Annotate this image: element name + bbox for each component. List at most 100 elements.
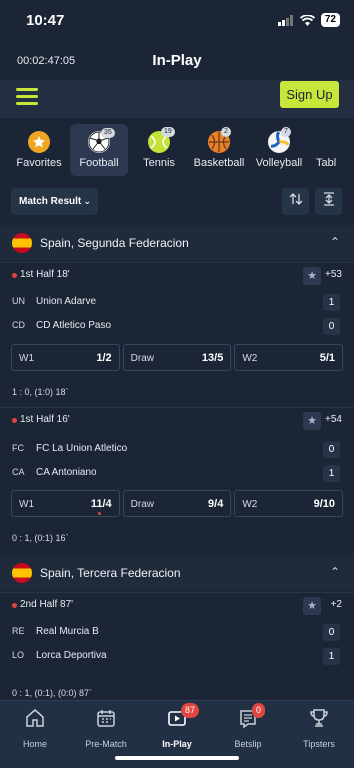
odds-button-draw[interactable]: Draw 13/5 bbox=[122, 344, 232, 371]
tab-label: Betslip bbox=[234, 739, 262, 749]
match-score-info: 1 : 0, (1:0) 18` bbox=[12, 387, 69, 397]
sport-tab-tennis[interactable]: 19 Tennis bbox=[130, 118, 188, 182]
event-count-badge: 7 bbox=[281, 127, 291, 137]
odds-label: Draw bbox=[130, 499, 155, 510]
favorite-star-icon[interactable]: ★ bbox=[303, 597, 321, 615]
match-period: 2nd Half 87' bbox=[20, 599, 74, 610]
market-dropdown[interactable]: Match Result ⌄ bbox=[11, 188, 98, 215]
league-name: Spain, Segunda Federacion bbox=[40, 236, 189, 250]
match-header: 1st Half 18' ★ +53 bbox=[0, 262, 354, 288]
odds-button-w2[interactable]: W2 9/10 bbox=[234, 490, 344, 517]
odds-drop-indicator bbox=[98, 512, 101, 515]
team-row-home[interactable]: RE Real Murcia B 0 bbox=[0, 622, 354, 644]
odds-value: 9/10 bbox=[313, 498, 336, 510]
team-row-away[interactable]: CD CD Atletico Paso 0 bbox=[0, 316, 354, 338]
odds-value: 5/1 bbox=[319, 352, 336, 364]
sort-icon bbox=[289, 193, 302, 205]
odds-label: W2 bbox=[242, 353, 258, 364]
team-score: 1 bbox=[323, 648, 340, 665]
team-abbr: CD bbox=[12, 320, 25, 330]
tab-label: Home bbox=[22, 739, 47, 749]
favorite-star-icon[interactable]: ★ bbox=[303, 267, 321, 285]
odds-button-draw[interactable]: Draw 9/4 bbox=[122, 490, 232, 517]
team-row-home[interactable]: UN Union Adarve 1 bbox=[0, 292, 354, 314]
status-icons: 72 bbox=[277, 13, 340, 27]
match-score-info: 0 : 1, (0:1), (0:0) 87` bbox=[12, 688, 93, 698]
team-name: CA Antoniano bbox=[36, 467, 97, 478]
sport-tab-football[interactable]: 35 Football bbox=[70, 124, 128, 176]
top-bar: 00:02:47:05 In-Play bbox=[0, 40, 354, 80]
team-abbr: UN bbox=[12, 296, 25, 306]
chevron-down-icon: ⌄ bbox=[83, 196, 91, 206]
league-header[interactable]: Spain, Segunda Federacion ⌃ bbox=[0, 225, 354, 261]
team-name: CD Atletico Paso bbox=[36, 320, 112, 331]
match-card: 1st Half 18' ★ +53 UN Union Adarve 1 CD … bbox=[0, 262, 354, 405]
match-card: 1st Half 16' ★ +54 FC FC La Union Atleti… bbox=[0, 407, 354, 553]
home-indicator bbox=[115, 756, 239, 760]
sort-button[interactable] bbox=[282, 188, 309, 215]
odds-label: W1 bbox=[19, 499, 34, 510]
sports-carousel[interactable]: Favorites 35 Football 19 Tennis 2 Basket… bbox=[0, 118, 354, 182]
home-icon bbox=[26, 709, 44, 727]
market-label: Match Result bbox=[19, 196, 82, 207]
team-row-home[interactable]: FC FC La Union Atletico 0 bbox=[0, 439, 354, 461]
more-markets-count[interactable]: +2 bbox=[331, 599, 342, 610]
odds-label: W2 bbox=[242, 499, 258, 510]
odds-button-w1[interactable]: W1 1/2 bbox=[11, 344, 120, 371]
sport-tab-basketball[interactable]: 2 Basketball bbox=[190, 118, 248, 182]
odds-button-w2[interactable]: W2 5/1 bbox=[234, 344, 344, 371]
match-period: 1st Half 16' bbox=[20, 414, 70, 425]
favorite-star-icon[interactable]: ★ bbox=[303, 412, 321, 430]
status-bar: 10:47 72 bbox=[0, 0, 354, 40]
chevron-up-icon[interactable]: ⌃ bbox=[330, 235, 340, 249]
tab-in-play[interactable]: 87 In-Play bbox=[142, 703, 212, 749]
team-score: 0 bbox=[323, 624, 340, 641]
odds-value: 9/4 bbox=[208, 498, 224, 510]
match-period: 1st Half 18' bbox=[20, 269, 70, 280]
match-score-info: 0 : 1, (0:1) 16` bbox=[12, 533, 69, 543]
chevron-up-icon[interactable]: ⌃ bbox=[330, 565, 340, 579]
battery-level: 72 bbox=[320, 13, 340, 27]
tab-label: Pre-Match bbox=[85, 739, 127, 749]
calendar-icon bbox=[97, 710, 115, 727]
tab-home[interactable]: Home bbox=[0, 707, 70, 749]
team-name: FC La Union Atletico bbox=[36, 443, 128, 454]
filter-bar: Match Result ⌄ bbox=[0, 182, 354, 222]
odds-row: W1 11/4 Draw 9/4 W2 9/10 bbox=[11, 490, 344, 517]
live-indicator bbox=[12, 603, 17, 608]
sign-up-button[interactable]: Sign Up bbox=[280, 81, 339, 108]
tab-tipsters[interactable]: Tipsters bbox=[284, 707, 354, 749]
collapse-all-button[interactable] bbox=[315, 188, 342, 215]
sport-tab-favorites[interactable]: Favorites bbox=[11, 118, 67, 182]
star-icon bbox=[28, 131, 50, 153]
more-markets-count[interactable]: +53 bbox=[325, 269, 342, 280]
odds-button-w1[interactable]: W1 11/4 bbox=[11, 490, 120, 517]
league-header[interactable]: Spain, Tercera Federacion ⌃ bbox=[0, 555, 354, 591]
tab-pre-match[interactable]: Pre-Match bbox=[71, 707, 141, 749]
tab-betslip[interactable]: 0 Betslip bbox=[213, 703, 283, 749]
team-name: Lorca Deportiva bbox=[36, 650, 107, 661]
team-score: 0 bbox=[323, 318, 340, 335]
team-abbr: CA bbox=[12, 467, 25, 477]
team-name: Real Murcia B bbox=[36, 626, 99, 637]
team-row-away[interactable]: CA CA Antoniano 1 bbox=[0, 463, 354, 485]
tab-label: Tipsters bbox=[303, 739, 335, 749]
team-name: Union Adarve bbox=[36, 296, 97, 307]
menu-icon[interactable] bbox=[16, 88, 38, 106]
league-name: Spain, Tercera Federacion bbox=[40, 566, 181, 580]
spain-flag-icon bbox=[12, 563, 32, 583]
sport-label: Football bbox=[79, 157, 119, 169]
team-abbr: FC bbox=[12, 443, 24, 453]
event-count-badge: 19 bbox=[161, 127, 175, 137]
odds-label: W1 bbox=[19, 353, 34, 364]
collapse-all-icon bbox=[323, 192, 334, 206]
betslip-count-badge: 0 bbox=[252, 703, 266, 718]
sport-tab-volleyball[interactable]: 7 Volleyball bbox=[250, 118, 308, 182]
more-markets-count[interactable]: +54 bbox=[325, 414, 342, 425]
app-header: Sign Up bbox=[0, 80, 354, 118]
team-score: 1 bbox=[323, 465, 340, 482]
page-title: In-Play bbox=[152, 52, 202, 69]
sport-tab-table-tennis[interactable]: Tabl bbox=[310, 118, 354, 182]
sport-label: Favorites bbox=[16, 157, 62, 169]
team-row-away[interactable]: LO Lorca Deportiva 1 bbox=[0, 646, 354, 668]
